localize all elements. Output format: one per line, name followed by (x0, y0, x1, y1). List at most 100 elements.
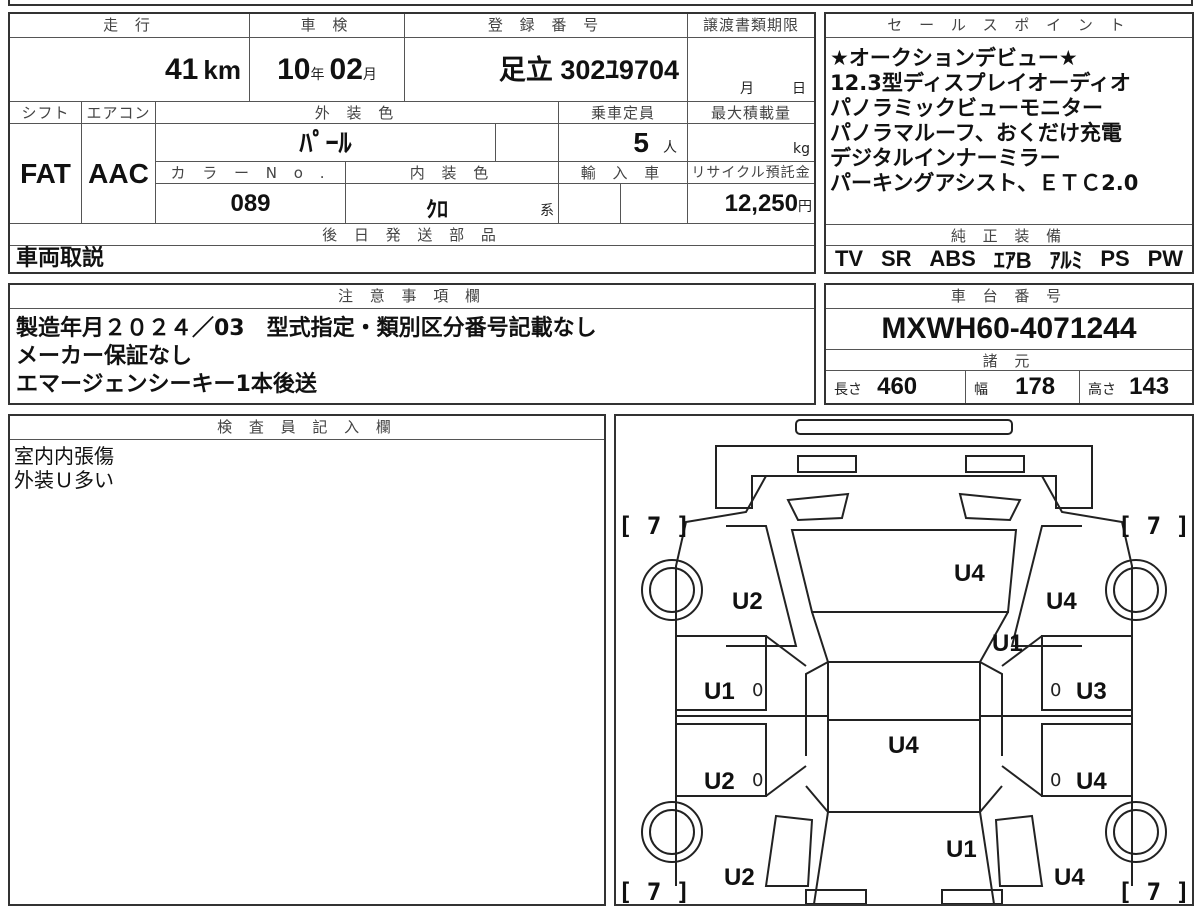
notes-list: 製造年月２０２４／03 型式指定・類別区分番号記載なし メーカー保証なし エマー… (16, 315, 597, 399)
mileage-header: 走 行 (10, 14, 250, 38)
spec-length-cell: 長さ 460 (826, 371, 966, 403)
registration-number: 足立 302ﾕ9704 (498, 55, 679, 85)
equip-abs: ABS (929, 246, 976, 271)
interior-suffix: 系 (540, 203, 554, 219)
height-value: 143 (1129, 373, 1170, 400)
equip-ps: PS (1100, 246, 1130, 271)
capacity-value: 5 (633, 127, 649, 158)
damage-rear-left-door: U2 (704, 768, 735, 795)
note-1: 製造年月２０２４／03 型式指定・類別区分番号記載なし (16, 316, 597, 341)
equip-alloy: ｱﾙﾐ (1049, 248, 1083, 273)
vehicle-info-table: 走 行 車 検 登 録 番 号 譲渡書類期限 41 km 10年 02月 足立 … (8, 12, 816, 274)
color-no-cell: 089 (156, 184, 346, 224)
sales-point-2: 12.3型ディスプレイオーディオ (830, 71, 1131, 95)
color-no-value: 089 (230, 190, 271, 217)
length-value: 460 (877, 373, 918, 400)
bracket-top-left: [ 7 ] (618, 512, 691, 540)
month-unit: 月 (362, 67, 377, 83)
capacity-header: 乗車定員 (559, 102, 688, 124)
capacity-unit: 人 (663, 140, 677, 156)
spec-height-cell: 高さ 143 (1080, 371, 1192, 403)
transfer-deadline-cell: 月 日 (688, 38, 814, 102)
specs-header: 諸 元 (826, 349, 1192, 371)
notes-header: 注 意 事 項 欄 (10, 285, 814, 309)
inspection-year: 10 (277, 53, 311, 86)
notes-box: 注 意 事 項 欄 製造年月２０２４／03 型式指定・類別区分番号記載なし メー… (8, 283, 816, 405)
color-no-header: カ ラ ー N o . (156, 162, 346, 184)
damage-front-right-door: U3 (1076, 678, 1107, 705)
later-parts-cell: 車両取説 (10, 246, 814, 272)
aircon-header: エアコン (82, 102, 156, 124)
note-2: メーカー保証なし (16, 344, 193, 369)
bracket-bottom-left: [ 7 ] (618, 878, 691, 906)
spec-width-cell: 幅 178 (966, 371, 1080, 403)
damage-rear-right-quarter: U4 (1054, 864, 1085, 891)
exterior-color-cell: ﾊﾟｰﾙ (156, 124, 496, 162)
inspection-cell: 10年 02月 (250, 38, 405, 102)
zero-marker-1: 0 (752, 680, 764, 701)
import-cell-b (621, 184, 688, 224)
damage-windshield-right: U1 (992, 630, 1023, 657)
shift-header: シフト (10, 102, 82, 124)
damage-roof: U4 (888, 732, 919, 759)
chassis-box: 車 台 番 号 MXWH60-4071244 諸 元 長さ 460 幅 178 … (824, 283, 1194, 405)
chassis-number: MXWH60-4071244 (881, 312, 1137, 345)
damage-rear-right-door: U4 (1076, 768, 1107, 795)
inspector-note-2: 外装Ｕ多い (14, 468, 114, 492)
sales-points-header: セ ー ル ス ポ イ ン ト (826, 14, 1192, 38)
car-diagram-box: [ 7 ] [ 7 ] [ 7 ] [ 7 ] U4 U2 U4 U1 U1 U… (614, 414, 1194, 906)
damage-trunk: U1 (946, 836, 977, 863)
damage-front-left-door: U1 (704, 678, 735, 705)
deadline-month-unit: 月 (740, 81, 754, 97)
sales-point-6: パーキングアシスト、ＥＴＣ2.0 (830, 171, 1139, 195)
genuine-equipment-row: TV SR ABS ｴｱB ｱﾙﾐ PS PW (826, 246, 1192, 273)
exterior-color-extra (496, 124, 559, 162)
mileage-cell: 41 km (10, 38, 250, 102)
width-value: 178 (1015, 373, 1056, 400)
max-load-unit: kg (793, 141, 810, 157)
inspection-month: 02 (329, 53, 363, 86)
recycle-cell: 12,250円 (688, 184, 814, 224)
aircon-value: AAC (88, 158, 149, 189)
inspector-note-1: 室内内張傷 (14, 444, 114, 468)
sales-points-box: セ ー ル ス ポ イ ン ト ★オークションデビュー★ 12.3型ディスプレイ… (824, 12, 1194, 274)
max-load-cell: kg (688, 124, 814, 162)
recycle-header: リサイクル預託金 (688, 162, 814, 184)
shift-cell: FAT (10, 124, 82, 224)
damage-front-right-fender: U4 (1046, 588, 1077, 615)
height-label: 高さ (1088, 382, 1116, 398)
capacity-cell: 5人 (559, 124, 688, 162)
inspection-header: 車 検 (250, 14, 405, 38)
zero-marker-4: 0 (1050, 770, 1062, 791)
mileage-unit: km (203, 55, 241, 85)
zero-marker-3: 0 (752, 770, 764, 791)
sales-point-1: ★オークションデビュー★ (830, 46, 1078, 70)
shift-value: FAT (20, 158, 71, 189)
car-outline-diagram (641, 419, 1167, 904)
aircon-cell: AAC (82, 124, 156, 224)
interior-color-cell: ｸﾛ 系 (346, 184, 559, 224)
later-parts-header: 後 日 発 送 部 品 (10, 224, 814, 246)
damage-rear-left-quarter: U2 (724, 864, 755, 891)
import-cell-a (559, 184, 621, 224)
equip-tv: TV (834, 246, 864, 271)
import-header: 輸 入 車 (559, 162, 688, 184)
bracket-top-right: [ 7 ] (1117, 512, 1190, 540)
zero-marker-2: 0 (1050, 680, 1062, 701)
recycle-value: 12,250 (724, 190, 798, 217)
exterior-color-value: ﾊﾟｰﾙ (299, 128, 352, 158)
sales-point-4: パノラマルーフ、おくだけ充電 (830, 121, 1122, 145)
deadline-day-unit: 日 (792, 81, 806, 97)
inspector-header: 検 査 員 記 入 欄 (10, 416, 604, 440)
transfer-deadline-header: 譲渡書類期限 (688, 14, 814, 38)
inspector-notes-list: 室内内張傷 外装Ｕ多い (14, 444, 114, 492)
equip-sr: SR (880, 246, 912, 271)
registration-cell: 足立 302ﾕ9704 (405, 38, 688, 102)
year-unit: 年 (310, 67, 325, 83)
equip-airbag: ｴｱB (993, 248, 1032, 273)
damage-front-left-fender: U2 (732, 588, 763, 615)
note-3: エマージェンシーキー1本後送 (16, 372, 317, 397)
max-load-header: 最大積載量 (688, 102, 814, 124)
damage-hood: U4 (954, 560, 985, 587)
bracket-bottom-right: [ 7 ] (1117, 878, 1190, 906)
